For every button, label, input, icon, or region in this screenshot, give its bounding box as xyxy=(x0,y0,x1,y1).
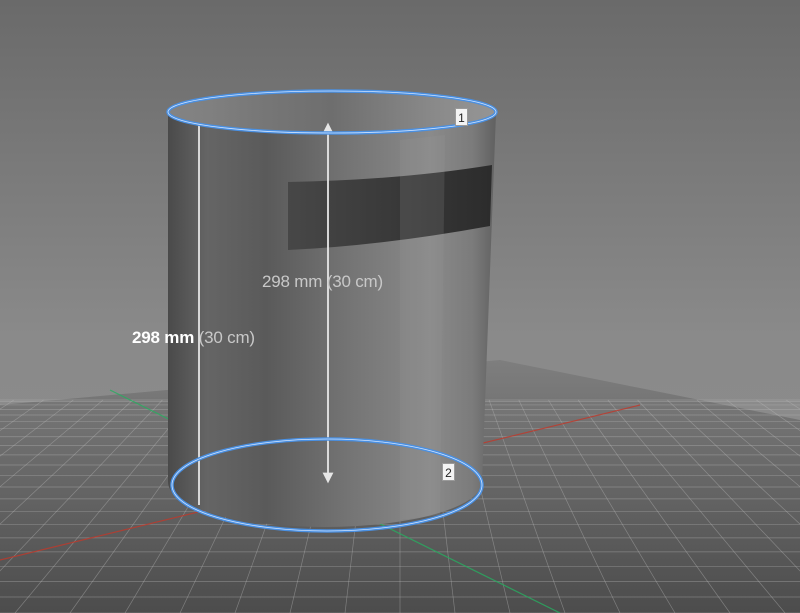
inner-dimension-mm: 298 mm xyxy=(262,272,323,291)
3d-viewport[interactable]: 298 mm (30 cm) 298 mm (30 cm) 1 2 xyxy=(0,0,800,613)
cylinder-highlight xyxy=(400,135,445,520)
cylinder-body[interactable] xyxy=(168,91,496,527)
outer-dimension-label: 298 mm (30 cm) xyxy=(132,328,255,348)
inner-dimension-label: 298 mm (30 cm) xyxy=(262,272,383,292)
outer-dimension-cm: (30 cm) xyxy=(198,328,255,347)
outer-dimension-mm: 298 mm xyxy=(132,328,195,347)
inner-dimension-cm: (30 cm) xyxy=(326,272,383,291)
endpoint-marker-top[interactable]: 1 xyxy=(455,108,468,126)
scene-canvas[interactable] xyxy=(0,0,800,613)
endpoint-marker-bottom[interactable]: 2 xyxy=(442,463,455,481)
